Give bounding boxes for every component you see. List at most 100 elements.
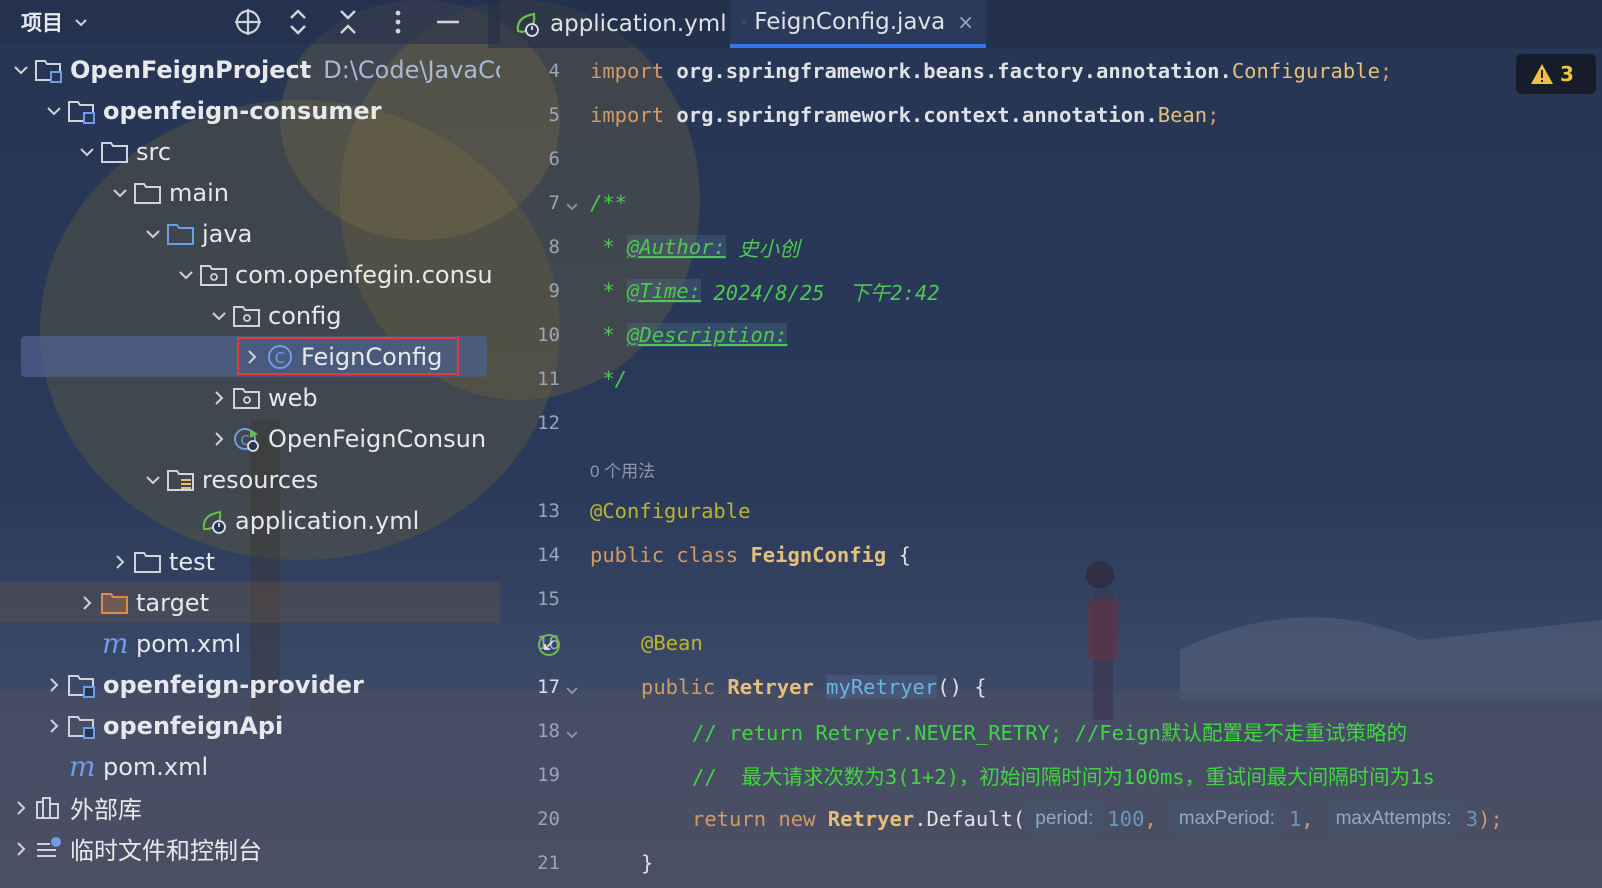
code-line-21[interactable]: } — [641, 841, 653, 885]
project-view-selector[interactable]: 项目 — [21, 6, 89, 38]
class-ref: Retryer — [827, 807, 915, 831]
chevron-right-icon[interactable] — [206, 426, 232, 452]
tree-item-临时文件和控制台[interactable]: 临时文件和控制台 — [0, 828, 500, 869]
code-line-9[interactable]: * @Time: 2024/8/25 下午2:42 — [590, 269, 940, 313]
code-line-17[interactable]: public Retryer myRetryer() { — [641, 665, 987, 709]
hide-panel-icon[interactable] — [432, 6, 464, 38]
inspection-widget[interactable]: 3 — [1516, 54, 1596, 94]
arg-maxattempts: 3 — [1465, 807, 1479, 831]
code-line-18[interactable]: // return Retryer.NEVER_RETRY; //Feign默认… — [692, 709, 1407, 753]
chevron-right-icon[interactable] — [239, 344, 265, 370]
expand-all-icon[interactable] — [282, 6, 314, 38]
tree-item-src[interactable]: src — [0, 131, 500, 172]
class-name: FeignConfig — [750, 543, 887, 567]
method-name: myRetryer — [826, 675, 938, 699]
javadoc-author-tag: @Author: — [627, 235, 726, 259]
code-line-11[interactable]: */ — [590, 357, 627, 401]
spring-bean-gutter-icon[interactable] — [536, 632, 562, 658]
chevron-down-icon[interactable] — [107, 180, 133, 206]
tree-item-application-yml[interactable]: application.yml — [0, 500, 500, 541]
module-folder-icon — [67, 711, 101, 741]
fold-chevron-icon[interactable] — [562, 680, 582, 700]
svg-text:C: C — [743, 22, 745, 24]
project-panel-header: 项目 — [0, 0, 500, 44]
code-line-14[interactable]: public class FeignConfig { — [590, 533, 911, 577]
chevron-right-icon[interactable] — [107, 549, 133, 575]
tree-item-main[interactable]: main — [0, 172, 500, 213]
annotation-bean: @Bean — [641, 631, 703, 655]
tree-item-target[interactable]: target — [0, 582, 500, 623]
code-line-7[interactable]: /** — [590, 181, 627, 225]
javadoc-open: /** — [590, 191, 628, 215]
chevron-right-icon[interactable] — [206, 385, 232, 411]
chevron-down-icon[interactable] — [206, 303, 232, 329]
package-path: org.springframework.beans.factory.annota… — [676, 59, 1232, 83]
fold-chevron-icon[interactable] — [562, 724, 582, 744]
code-line-19[interactable]: // 最大请求次数为3(1+2)，初始间隔时间为100ms，重试间最大间隔时间为… — [692, 753, 1435, 797]
code-line-4[interactable]: import org.springframework.beans.factory… — [590, 49, 1392, 93]
chevron-right-icon[interactable] — [8, 836, 34, 862]
chevron-down-icon[interactable] — [140, 221, 166, 247]
spring-yml-icon — [516, 12, 539, 37]
code-line-8[interactable]: * @Author: 史小创 — [590, 225, 800, 269]
class-ref: Configurable — [1231, 59, 1380, 83]
tree-item-label: pom.xml — [136, 629, 242, 658]
tab-feignconfig-java[interactable]: C FeignConfig.java × — [730, 0, 986, 48]
param-hint-period: period: — [1027, 803, 1102, 835]
locate-icon[interactable] — [232, 6, 264, 38]
module-folder-icon — [67, 670, 101, 700]
param-hint-maxperiod: maxPeriod: — [1170, 803, 1283, 835]
maven-icon: m — [67, 752, 101, 782]
tree-item-resources[interactable]: resources — [0, 459, 500, 500]
chevron-right-icon[interactable] — [8, 795, 34, 821]
chevron-down-icon — [75, 19, 87, 27]
open-brace: { — [886, 543, 911, 567]
tree-item-openfeignapi[interactable]: openfeignApi — [0, 705, 500, 746]
tree-item-外部库[interactable]: 外部库 — [0, 787, 500, 828]
tree-item-web[interactable]: web — [0, 377, 500, 418]
chevron-right-icon[interactable] — [74, 590, 100, 616]
library-icon — [34, 793, 68, 823]
chevron-down-icon[interactable] — [74, 139, 100, 165]
chevron-down-icon[interactable] — [41, 98, 67, 124]
tree-item-openfeignconsun[interactable]: C OpenFeignConsun — [0, 418, 500, 459]
arg-period: 100 — [1107, 807, 1145, 831]
line-comment: // return Retryer.NEVER_RETRY; //Feign默认… — [692, 721, 1407, 745]
collapse-all-icon[interactable] — [332, 6, 364, 38]
tree-item-label: main — [169, 178, 229, 207]
tree-item-config[interactable]: config — [0, 295, 500, 336]
code-line-16[interactable]: @Bean — [641, 621, 703, 665]
more-options-icon[interactable] — [382, 6, 414, 38]
package-path: org.springframework.context.annotation. — [676, 103, 1158, 127]
code-line-13[interactable]: @Configurable — [590, 489, 750, 533]
semicolon: ; — [1207, 103, 1220, 127]
code-line-20[interactable]: return new Retryer .Default(period: 100, ma… — [692, 797, 1503, 841]
tab-application-yml[interactable]: application.yml — [498, 0, 741, 48]
code-line-10[interactable]: * @Description: — [590, 313, 788, 357]
tree-item-label: resources — [202, 465, 319, 494]
chevron-down-icon[interactable] — [173, 262, 199, 288]
tree-item-openfeign-provider[interactable]: openfeign-provider — [0, 664, 500, 705]
tree-item-openfeign-consumer[interactable]: openfeign-consumer — [0, 90, 500, 131]
tree-item-pom-xml[interactable]: m pom.xml — [0, 623, 500, 664]
line-number: 7 — [548, 192, 560, 214]
close-brace: } — [641, 851, 654, 875]
chevron-down-icon[interactable] — [8, 57, 34, 83]
chevron-right-icon[interactable] — [41, 713, 67, 739]
keyword-return: return — [692, 807, 767, 831]
line-number: 21 — [537, 852, 560, 874]
chevron-right-icon[interactable] — [41, 672, 67, 698]
chevron-down-icon[interactable] — [140, 467, 166, 493]
code-line-5[interactable]: import org.springframework.context.annot… — [590, 93, 1219, 137]
tree-item-feignconfig[interactable]: C FeignConfig — [21, 336, 487, 377]
tree-item-openfeignproject[interactable]: OpenFeignProject D:\Code\JavaCoc — [0, 49, 500, 90]
tree-item-pom-xml[interactable]: m pom.xml — [0, 746, 500, 787]
fold-chevron-icon[interactable] — [562, 196, 582, 216]
warning-icon — [1531, 64, 1553, 84]
usages-inlay-hint[interactable]: 0 个用法 — [590, 457, 655, 482]
tree-item-com-openfegin-consu[interactable]: com.openfegin.consu — [0, 254, 500, 295]
tree-item-test[interactable]: test — [0, 541, 500, 582]
tree-item-label: OpenFeignConsun — [268, 424, 487, 453]
tree-item-java[interactable]: java — [0, 213, 500, 254]
close-tab-icon[interactable]: × — [957, 10, 974, 34]
